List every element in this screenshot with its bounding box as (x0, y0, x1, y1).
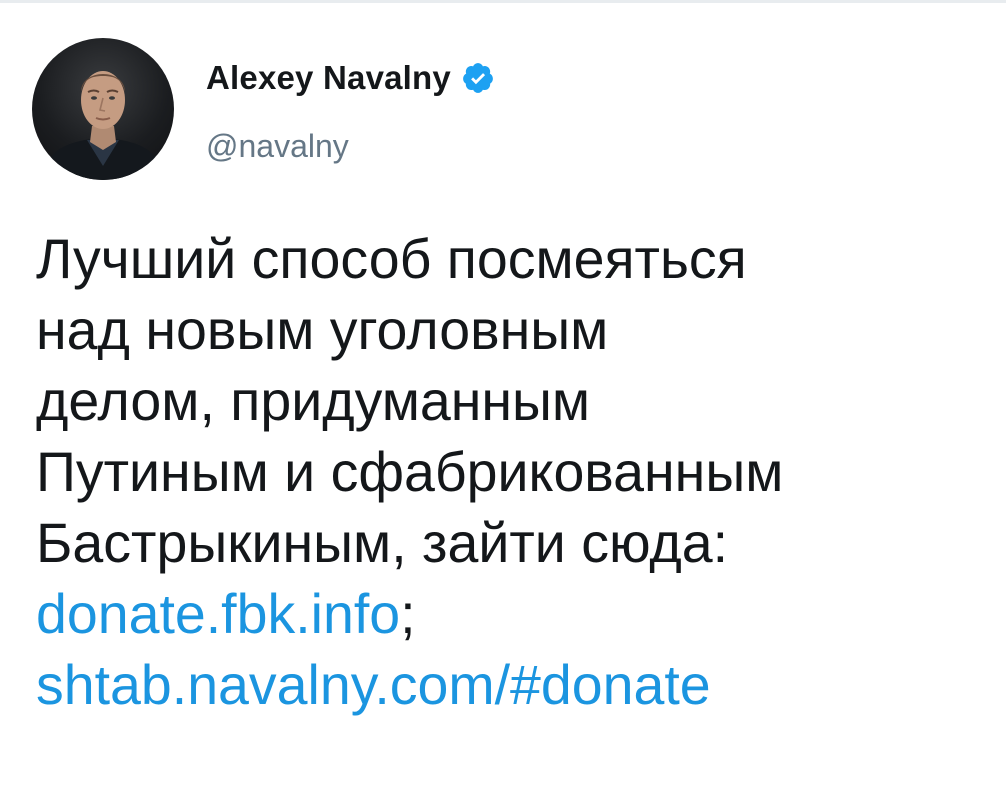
author-handle[interactable]: @navalny (206, 128, 349, 165)
tweet-link-line: shtab.navalny.com/#donate (36, 650, 986, 721)
tweet-text-line: над новым уголовным (36, 299, 609, 361)
shtab-donate-link[interactable]: shtab.navalny.com/#donate (36, 654, 711, 716)
tweet-card: Alexey Navalny @navalny Лучший способ по… (0, 0, 1006, 803)
author-name-row: Alexey Navalny (206, 56, 495, 100)
author-display-name[interactable]: Alexey Navalny (206, 59, 451, 97)
verified-badge-icon (461, 61, 495, 95)
tweet-text-line: Лучший способ посмеяться (36, 228, 747, 290)
tweet-link-line: donate.fbk.info; (36, 579, 986, 650)
avatar-portrait-icon (40, 71, 166, 180)
tweet-text-line: делом, придуманным (36, 370, 591, 432)
link-separator: ; (400, 583, 416, 645)
donate-fbk-link[interactable]: donate.fbk.info (36, 583, 400, 645)
avatar[interactable] (32, 38, 174, 180)
tweet-text-line: Путиным и сфабрикованным (36, 441, 784, 503)
tweet-text: Лучший способ посмеяться над новым уголо… (36, 224, 986, 721)
tweet-text-line: Бастрыкиным, зайти сюда: (36, 512, 729, 574)
